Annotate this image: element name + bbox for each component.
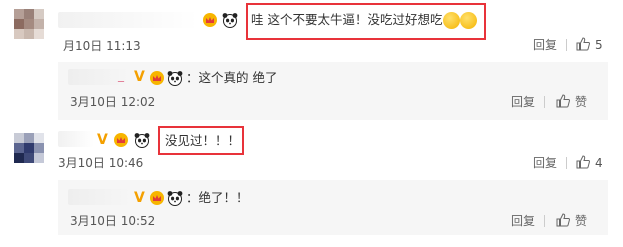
crown-badge-icon [150, 191, 164, 205]
reply-button[interactable]: 回复 [533, 156, 557, 170]
reply-text: ：这个真的 绝了 [186, 70, 278, 85]
like-count: 4 [595, 156, 603, 170]
reply-button[interactable]: 回复 [511, 95, 535, 109]
like-button[interactable]: 赞 [575, 95, 587, 109]
panda-icon [222, 13, 238, 28]
reply-button[interactable]: 回复 [511, 214, 535, 228]
avatar-user-3[interactable] [14, 133, 44, 163]
v-badge-icon: V [134, 69, 145, 85]
emoji-icon [443, 12, 460, 29]
panda-icon [134, 133, 150, 148]
like-button[interactable]: 赞 [575, 214, 587, 228]
comment-text: 哇 这个不要太牛逼！没吃过好想吃 [251, 12, 443, 27]
v-badge-icon: V [97, 132, 108, 148]
action-divider [566, 39, 567, 51]
crown-badge-icon [203, 13, 217, 27]
username-redacted-4[interactable] [68, 189, 132, 205]
comment-text: 没见过！！！ [165, 133, 241, 148]
action-divider [566, 157, 567, 169]
like-icon[interactable] [576, 155, 590, 169]
panda-icon [167, 71, 183, 86]
like-count: 5 [595, 38, 603, 52]
like-icon[interactable] [576, 37, 590, 51]
comment-timestamp: 3月10日 10:46 [58, 156, 144, 170]
v-badge-icon: V [134, 190, 145, 206]
username-redacted-3[interactable] [58, 131, 94, 147]
crown-badge-icon [150, 71, 164, 85]
reply-button[interactable]: 回复 [533, 38, 557, 52]
comment-timestamp: 月10日 11:13 [63, 39, 141, 53]
action-divider [544, 96, 545, 108]
reply-text: ：绝了！！ [186, 190, 249, 205]
action-divider [544, 215, 545, 227]
crown-badge-icon [114, 133, 128, 147]
panda-icon [167, 191, 183, 206]
avatar-user-1[interactable] [14, 9, 44, 39]
username-fragment: _ [118, 68, 124, 82]
reply-timestamp: 3月10日 12:02 [70, 95, 156, 109]
reply-timestamp: 3月10日 10:52 [70, 214, 156, 228]
username-redacted-1[interactable] [58, 12, 198, 28]
like-icon[interactable] [556, 94, 570, 108]
like-icon[interactable] [556, 213, 570, 227]
emoji-icon [460, 12, 477, 29]
